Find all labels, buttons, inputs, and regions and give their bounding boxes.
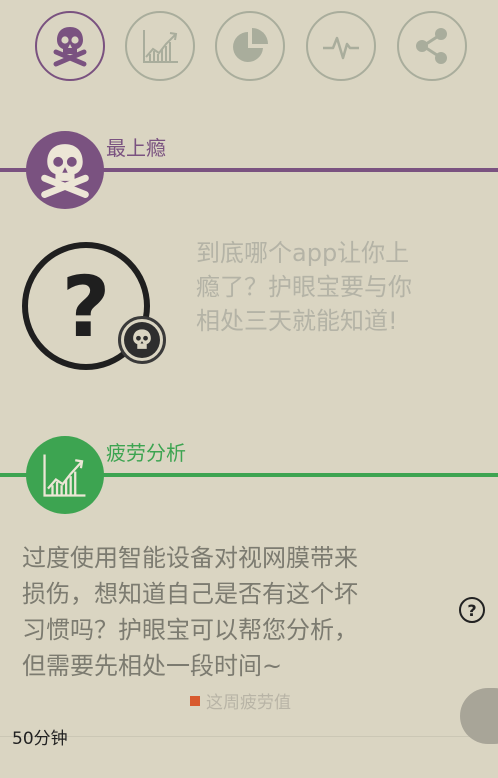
unknown-app-icon: ?	[20, 240, 166, 376]
addiction-line-3: 相处三天就能知道!	[196, 307, 398, 335]
small-skull-badge	[118, 316, 166, 364]
skull-crossbones-icon	[41, 144, 89, 198]
fatigue-description: 过度使用智能设备对视网膜带来 损伤，想知道自己是否有这个坏 习惯吗？护眼宝可以帮…	[22, 540, 462, 684]
pulse-icon	[323, 36, 359, 60]
fatigue-line-2: 损伤，想知道自己是否有这个坏	[22, 580, 358, 608]
line-chart-icon	[143, 30, 178, 63]
share-icon	[416, 28, 447, 64]
line-chart-icon	[43, 454, 86, 497]
tab-trend[interactable]	[125, 11, 195, 81]
tab-pie[interactable]	[215, 11, 285, 81]
chart-baseline	[0, 736, 498, 737]
tab-bar	[0, 0, 498, 96]
fatigue-title: 疲劳分析	[106, 441, 186, 465]
help-button[interactable]: ?	[459, 597, 485, 623]
addiction-title: 最上瘾	[106, 136, 166, 160]
skull-crossbones-icon	[53, 27, 87, 67]
addiction-line-2: 瘾了？护眼宝要与你	[196, 273, 412, 301]
fatigue-line-1: 过度使用智能设备对视网膜带来	[22, 544, 358, 572]
skull-icon	[133, 329, 151, 349]
fatigue-badge	[26, 436, 104, 514]
tab-share[interactable]	[397, 11, 467, 81]
legend-swatch	[190, 695, 200, 706]
legend-label: 这周疲劳值	[206, 693, 291, 713]
fatigue-value-label: 50分钟	[12, 729, 68, 749]
tab-addiction[interactable]	[35, 11, 105, 81]
fatigue-line-4: 但需要先相处一段时间~	[22, 652, 283, 680]
addiction-description: 到底哪个app让你上 瘾了？护眼宝要与你 相处三天就能知道!	[196, 236, 486, 338]
tab-pulse[interactable]	[306, 11, 376, 81]
pie-chart-icon	[233, 28, 268, 62]
fatigue-line-3: 习惯吗？护眼宝可以帮您分析，	[22, 616, 358, 644]
svg-text:?: ?	[62, 258, 111, 356]
addiction-badge	[26, 131, 104, 209]
addiction-line-1: 到底哪个app让你上	[196, 239, 410, 267]
chart-legend: 这周疲劳值	[190, 688, 291, 713]
